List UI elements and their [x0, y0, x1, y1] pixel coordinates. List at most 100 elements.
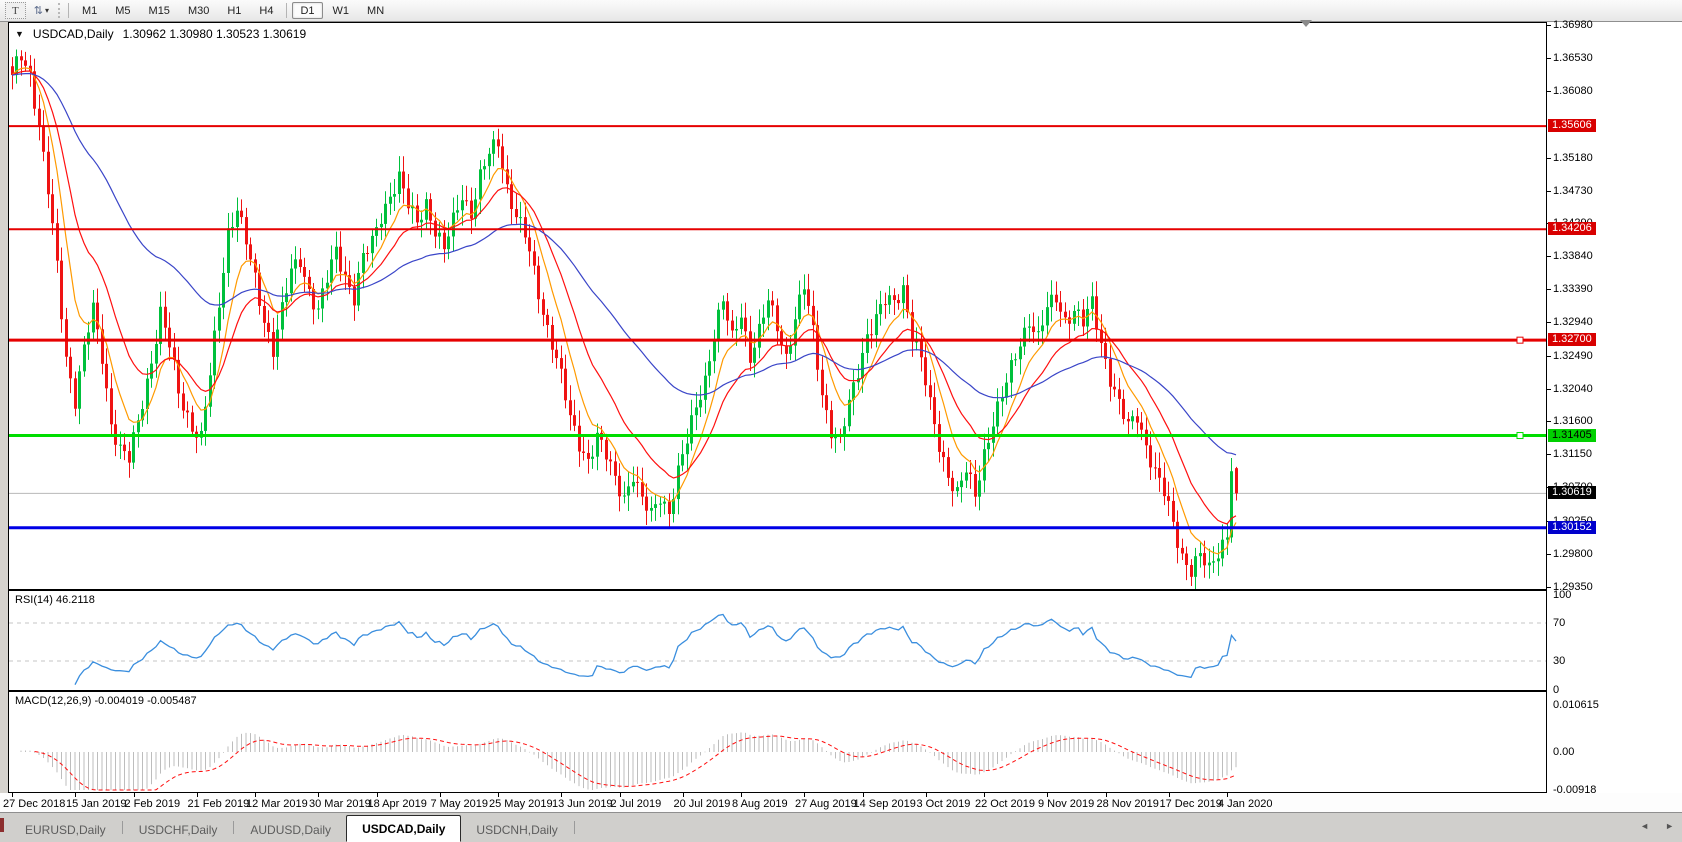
price-axis-label: 1.31600 — [1553, 415, 1593, 428]
price-axis-tick — [1547, 586, 1551, 588]
price-axis-tick — [1547, 553, 1551, 555]
chart-scroll-marker-icon — [1300, 20, 1312, 27]
date-axis-label: 17 Dec 2019 — [1159, 798, 1222, 810]
rsi-panel[interactable]: RSI(14) 46.2118 — [8, 590, 1547, 691]
date-axis-label: 13 Jun 2019 — [552, 798, 613, 810]
timeframe-button-w1[interactable]: W1 — [325, 2, 358, 19]
updown-arrows-icon: ⇅ — [33, 5, 43, 17]
line-marker — [1516, 336, 1524, 344]
tab-audusd[interactable]: AUDUSD,Daily — [235, 819, 346, 841]
price-axis-tick — [1547, 157, 1551, 159]
macd-panel[interactable]: MACD(12,26,9) -0.004019 -0.005487 — [8, 691, 1547, 793]
price-axis-tick — [1547, 322, 1551, 324]
date-axis-tick — [984, 793, 985, 797]
date-axis-label: 20 Jul 2019 — [673, 798, 731, 810]
date-axis-tick — [318, 793, 319, 797]
date-axis-tick — [1047, 793, 1048, 797]
main-chart-panel[interactable]: ▼ USDCAD,Daily 1.30962 1.30980 1.30523 1… — [8, 22, 1547, 590]
title-marker-icon: ▼ — [15, 29, 24, 39]
date-axis-label: 28 Nov 2019 — [1096, 798, 1159, 810]
date-axis-tick — [196, 793, 198, 797]
toolbar-separator — [67, 3, 69, 18]
price-axis-tick — [1547, 388, 1551, 390]
timeframe-button-m15[interactable]: M15 — [141, 2, 178, 19]
price-axis-label: 1.29800 — [1553, 547, 1593, 560]
moving-average-line — [11, 72, 1237, 456]
arrange-charts-button[interactable]: ⇅ ▾ — [29, 2, 54, 19]
main-plot[interactable] — [9, 23, 1546, 589]
date-axis-tick — [561, 793, 562, 797]
price-axis-label: 1.36080 — [1553, 85, 1593, 98]
date-axis-label: 12 Mar 2019 — [246, 798, 308, 810]
date-axis-label: 27 Aug 2019 — [795, 798, 857, 810]
price-axis-tick — [1547, 454, 1551, 456]
timeframe-button-h4[interactable]: H4 — [251, 2, 281, 19]
date-axis-label: 14 Sep 2019 — [853, 798, 916, 810]
level-price-badge: 1.32700 — [1548, 333, 1596, 347]
timeframe-button-mn[interactable]: MN — [359, 2, 392, 19]
date-axis-label: 15 Jan 2019 — [66, 798, 127, 810]
price-axis-tick — [1547, 91, 1551, 93]
date-axis-tick — [1227, 793, 1228, 797]
date-axis-label: 27 Dec 2018 — [3, 798, 66, 810]
timeframe-button-m5[interactable]: M5 — [107, 2, 138, 19]
date-axis-tick — [682, 793, 684, 797]
timeframe-button-d1[interactable]: D1 — [292, 2, 323, 19]
price-axis-tick — [1547, 58, 1551, 60]
rsi-axis-label: 0 — [1553, 683, 1560, 696]
date-axis-tick — [1105, 793, 1107, 797]
moving-average-line — [11, 67, 1237, 555]
date-axis-label: 2 Feb 2019 — [124, 798, 181, 810]
price-axis-tick — [1547, 256, 1551, 258]
text-tool-button[interactable]: T — [5, 2, 26, 19]
ohlc-values: 1.30962 1.30980 1.30523 1.30619 — [122, 27, 307, 41]
rsi-axis-label: 100 — [1553, 588, 1572, 601]
tab-scroll-left-button[interactable]: ◄ — [1640, 820, 1649, 832]
date-axis-label: 22 Oct 2019 — [975, 798, 1035, 810]
price-axis-label: 1.33840 — [1553, 250, 1593, 263]
tab-eurusd[interactable]: EURUSD,Daily — [10, 819, 121, 841]
tab-scroll-right-button[interactable]: ► — [1665, 820, 1674, 832]
chart-title: ▼ USDCAD,Daily 1.30962 1.30980 1.30523 1… — [15, 27, 306, 41]
price-axis-label: 1.32940 — [1553, 316, 1593, 329]
price-axis-tick — [1547, 355, 1551, 357]
price-axis: 1.36980 1.36530 1.36080 1.35180 1.34730 1.342… — [1547, 19, 1682, 796]
tab-separator — [573, 821, 575, 834]
price-axis-tick — [1547, 190, 1551, 192]
level-price-badge: 1.35606 — [1548, 119, 1596, 133]
line-marker — [1516, 432, 1524, 440]
price-axis-tick — [1547, 421, 1551, 423]
timeframe-button-m30[interactable]: M30 — [180, 2, 217, 19]
price-axis-tick — [1547, 25, 1551, 26]
date-axis-label: 18 Apr 2019 — [367, 798, 427, 810]
rsi-axis-label: 70 — [1553, 617, 1566, 629]
date-axis-label: 3 Oct 2019 — [916, 798, 971, 810]
toolbar: T ⇅ ▾ M1 M5 M15 M30 H1 H4 D1 W1 MN — [0, 0, 1682, 22]
date-axis-tick — [439, 793, 441, 797]
price-axis-label: 1.36980 — [1553, 19, 1593, 31]
date-axis-label: 21 Feb 2019 — [187, 798, 250, 810]
price-axis-label: 1.34730 — [1553, 184, 1593, 197]
rsi-axis-label: 30 — [1553, 655, 1566, 667]
date-axis-label: 7 May 2019 — [430, 798, 488, 810]
date-axis-label: 2 Jul 2019 — [610, 798, 662, 810]
date-axis-tick — [1168, 793, 1170, 797]
dropdown-arrow-icon: ▾ — [44, 6, 49, 15]
macd-histogram — [20, 732, 1237, 790]
macd-axis-label: 0.00 — [1553, 746, 1575, 758]
candles-series — [11, 49, 1238, 589]
chart-tab-bar: EURUSD,Daily USDCHF,Daily AUDUSD,Daily USDC… — [0, 812, 1682, 842]
symbol-title: USDCAD,Daily — [32, 27, 114, 41]
tab-usdchf[interactable]: USDCHF,Daily — [124, 819, 233, 841]
macd-plot[interactable] — [9, 692, 1546, 792]
date-axis-tick — [376, 793, 378, 797]
timeframe-button-h1[interactable]: H1 — [219, 2, 249, 19]
level-price-badge: 1.31405 — [1548, 428, 1596, 442]
timeframe-button-m1[interactable]: M1 — [74, 2, 105, 19]
date-axis-label: 9 Nov 2019 — [1038, 798, 1095, 810]
tab-usdcad[interactable]: USDCAD,Daily — [346, 815, 462, 842]
rsi-plot[interactable] — [9, 591, 1546, 690]
toolbar-grip — [57, 3, 60, 18]
tab-usdcnh[interactable]: USDCNH,Daily — [461, 819, 572, 841]
date-axis: 27 Dec 2018 15 Jan 2019 2 Feb 2019 21 Feb 2… — [0, 793, 1682, 812]
